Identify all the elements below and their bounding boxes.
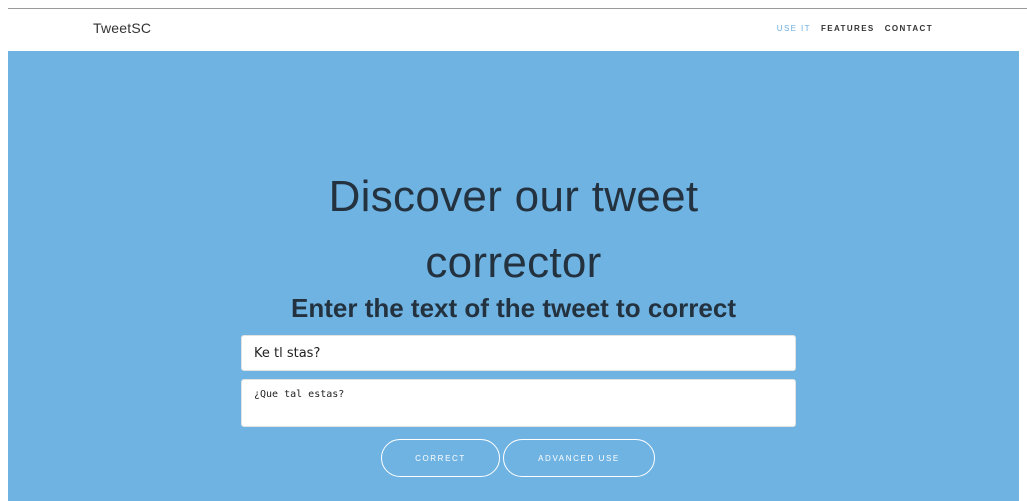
nav-link-contact[interactable]: CONTACT — [885, 24, 933, 33]
correct-button[interactable]: CORRECT — [381, 439, 500, 477]
nav-link-features[interactable]: FEATURES — [821, 24, 875, 33]
hero-title-line-2: corrector — [425, 238, 602, 287]
corrected-tweet-output[interactable]: ¿Que tal estas? — [241, 379, 796, 427]
nav-link-use-it[interactable]: USE IT — [777, 24, 811, 33]
advanced-use-button[interactable]: ADVANCED USE — [503, 439, 655, 477]
hero-title-line-1: Discover our tweet — [328, 172, 699, 221]
hero-section: Discover our tweet corrector Enter the t… — [8, 51, 1019, 501]
tweet-input[interactable] — [241, 335, 796, 371]
brand-logo[interactable]: TweetSC — [93, 20, 151, 36]
hero-title: Discover our tweet corrector — [8, 164, 1019, 296]
hero-subtitle: Enter the text of the tweet to correct — [291, 293, 736, 323]
nav-links: USE IT FEATURES CONTACT — [777, 24, 933, 33]
navbar: TweetSC USE IT FEATURES CONTACT — [8, 9, 1019, 51]
